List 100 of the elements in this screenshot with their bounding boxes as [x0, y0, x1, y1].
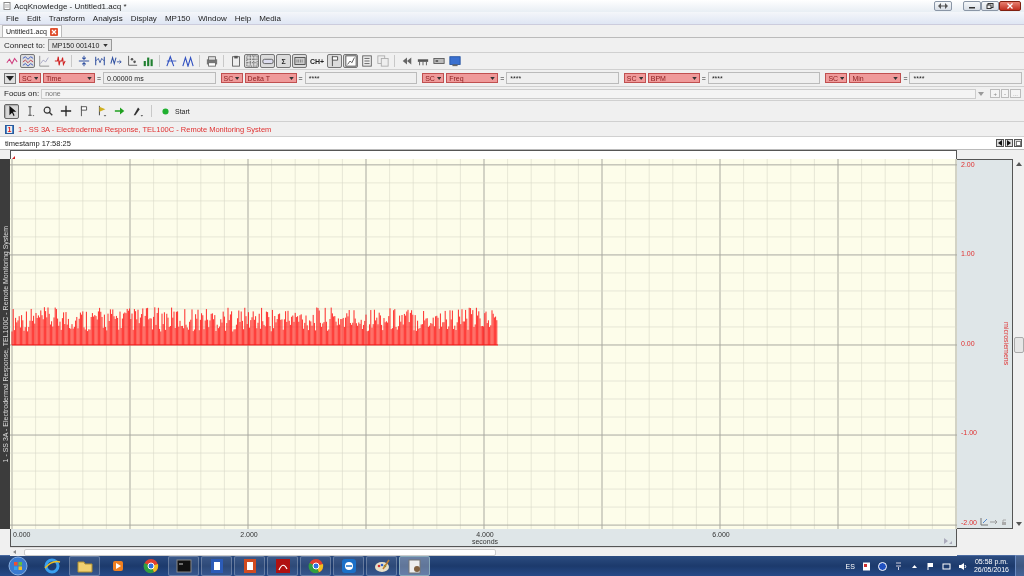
window-title: AcqKnowledge - Untitled1.acq * [14, 1, 127, 11]
menu-item[interactable]: File [2, 13, 23, 23]
bracket-wave-icon [93, 55, 106, 67]
bar-chart-icon [141, 55, 154, 67]
caret-icon [691, 76, 697, 80]
caret-icon [87, 76, 92, 80]
paint-palette-icon [372, 557, 391, 575]
app-icon [3, 2, 11, 10]
page-icon [1015, 140, 1021, 146]
arrow-icon [113, 105, 126, 117]
caret-icon [33, 76, 38, 80]
chart-icon [344, 55, 357, 67]
close-icon [1006, 3, 1014, 9]
crosshair-icon [59, 105, 72, 117]
down-arrow-icon[interactable] [1015, 522, 1022, 526]
pdf-icon [273, 557, 292, 575]
round-browser-icon [306, 557, 325, 575]
document-icon[interactable] [861, 561, 871, 571]
toolbar-button[interactable] [359, 54, 375, 68]
triangle-icon [6, 75, 14, 81]
start-orb-icon[interactable] [8, 556, 28, 576]
axis-icon[interactable] [980, 518, 988, 526]
toolbar-button[interactable] [343, 54, 359, 68]
wave-icon [5, 55, 18, 67]
menu-item[interactable]: Window [194, 13, 231, 23]
application-icon [405, 557, 424, 575]
horizontal-scrollbar[interactable] [10, 546, 957, 556]
options-button[interactable] [1014, 139, 1022, 147]
speaker-icon[interactable] [957, 561, 967, 571]
toolbar-button[interactable] [180, 54, 195, 68]
caret-icon [840, 76, 845, 80]
menu-item[interactable]: MP150 [160, 13, 195, 23]
left-arrow-icon[interactable] [13, 549, 16, 554]
document-icon [360, 55, 373, 67]
next-button[interactable] [1005, 139, 1013, 147]
scroll-thumb[interactable] [24, 548, 496, 556]
pen-icon [131, 105, 144, 117]
caret-icon [103, 43, 109, 47]
caret-icon [893, 76, 899, 80]
plot-axes-icon [125, 55, 138, 67]
right-arrow-icon [1007, 140, 1011, 146]
toolbar-button[interactable] [164, 54, 179, 68]
caret-icon [288, 76, 294, 80]
close-icon[interactable] [49, 27, 58, 36]
toolbar-button[interactable] [108, 54, 123, 68]
previous-button[interactable] [996, 139, 1004, 147]
caret-icon [490, 76, 496, 80]
round-browser-icon [141, 557, 160, 575]
minimize-button[interactable] [963, 1, 981, 11]
menu-item[interactable]: Analysis [88, 13, 127, 23]
up-arrow-icon[interactable] [1015, 162, 1022, 166]
compress-icon [77, 55, 90, 67]
spike-wave-icon [53, 55, 66, 67]
search-icon [41, 105, 54, 117]
connect-label: Connect to: [4, 40, 45, 50]
toolbar-button[interactable] [260, 54, 275, 68]
menu-item[interactable]: Media [255, 13, 285, 23]
toolbar-button[interactable] [244, 54, 259, 68]
help-icon[interactable] [877, 561, 887, 571]
menu-item[interactable]: Help [230, 13, 256, 23]
toolbar-button[interactable] [447, 54, 463, 68]
browser-icon [42, 557, 61, 575]
monitor-icon[interactable] [941, 561, 951, 571]
caret-icon [235, 76, 240, 80]
terminal-icon [174, 557, 193, 575]
taskbar-button[interactable] [399, 556, 430, 576]
restore-icon [986, 3, 994, 9]
time-ruler[interactable] [10, 149, 957, 160]
monitor-icon [448, 55, 461, 67]
layout-button[interactable] [934, 1, 952, 11]
double-arrow-icon [938, 3, 948, 9]
marker-icon[interactable] [12, 155, 15, 159]
printer-icon [205, 55, 218, 67]
clipboard-icon [229, 55, 242, 67]
line-chart-icon [37, 55, 50, 67]
rewind-icon [400, 55, 413, 67]
toolbar-button[interactable] [76, 54, 91, 68]
caret-icon [638, 76, 643, 80]
peak-icon [165, 55, 178, 67]
toolbar-button[interactable] [92, 54, 107, 68]
scroll-thumb[interactable] [1014, 336, 1024, 353]
close-button[interactable] [999, 1, 1021, 11]
flag-icon[interactable] [925, 561, 935, 571]
toolbar-button[interactable] [292, 54, 307, 68]
toolbar-button[interactable] [327, 54, 343, 68]
menu-item[interactable]: Transform [44, 13, 89, 23]
maximize-button[interactable] [981, 1, 999, 11]
keyboard-icon [293, 55, 306, 67]
toolbar-button[interactable] [52, 54, 67, 68]
grid-icon [245, 55, 258, 67]
tool-button[interactable] [58, 103, 73, 119]
collapse-button[interactable] [4, 72, 16, 84]
toolbar-button[interactable] [204, 54, 219, 68]
menu-item[interactable]: Display [126, 13, 161, 23]
remote-control-icon [339, 557, 358, 575]
caret-icon [436, 76, 442, 80]
double-peak-icon [181, 55, 194, 67]
copy-icon [376, 55, 389, 67]
tool-button[interactable] [4, 103, 19, 119]
menu-item[interactable]: Edit [22, 13, 45, 23]
